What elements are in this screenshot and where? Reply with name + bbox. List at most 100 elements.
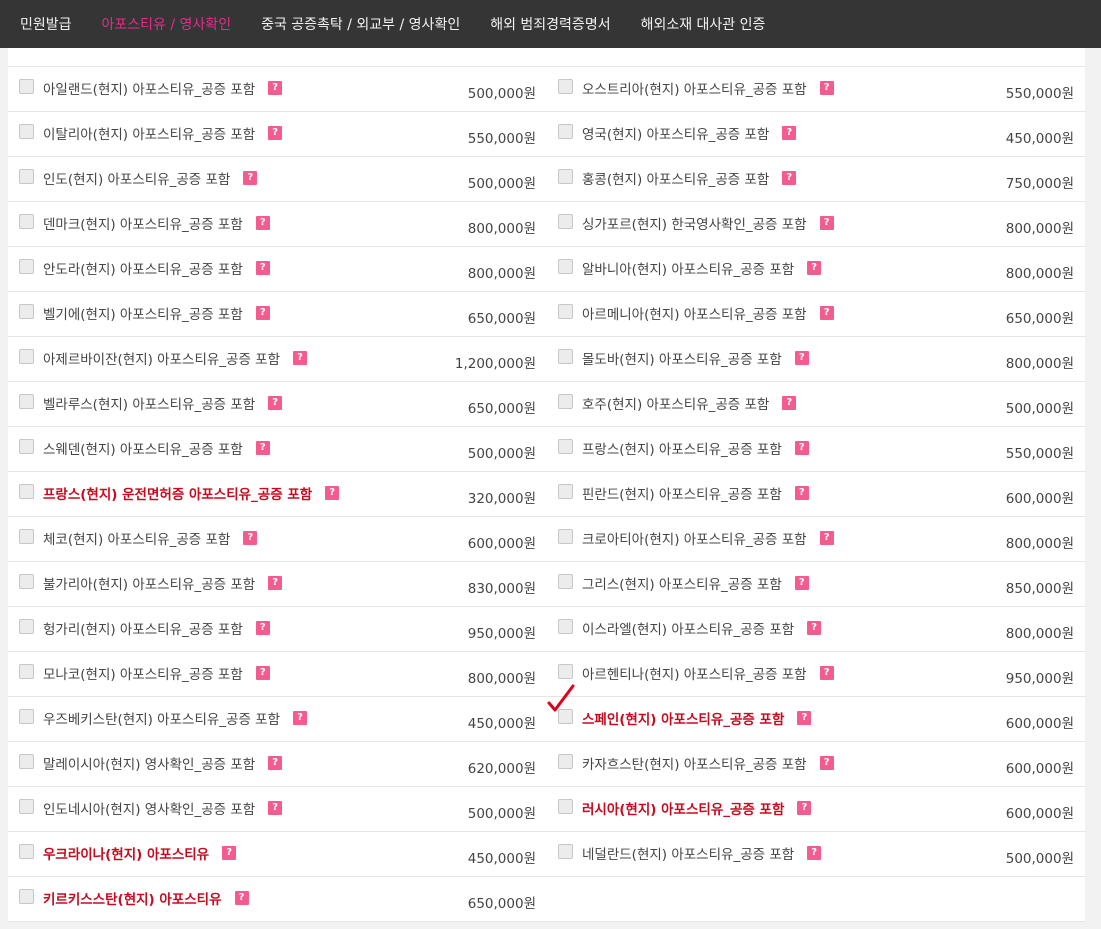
item-label[interactable]: 알바니아(현지) 아포스티유_공증 포함? [582,258,822,278]
item-label[interactable]: 인도네시아(현지) 영사확인_공증 포함? [43,798,283,818]
item-label[interactable]: 그리스(현지) 아포스티유_공증 포함? [582,573,809,593]
help-icon[interactable]: ? [255,666,270,680]
item-label[interactable]: 영국(현지) 아포스티유_공증 포함? [582,123,797,143]
item-checkbox[interactable] [558,214,573,229]
item-checkbox[interactable] [558,664,573,679]
help-icon[interactable]: ? [797,801,812,815]
item-label[interactable]: 스페인(현지) 아포스티유_공증 포함? [582,708,812,728]
item-label[interactable]: 스웨덴(현지) 아포스티유_공증 포함? [43,438,270,458]
item-checkbox[interactable] [19,349,34,364]
item-checkbox[interactable] [558,124,573,139]
help-icon[interactable]: ? [255,261,270,275]
item-label[interactable]: 말레이시아(현지) 영사확인_공증 포함? [43,753,283,773]
nav-item-2[interactable]: 중국 공증촉탁 / 외교부 / 영사확인 [261,14,460,34]
help-icon[interactable]: ? [794,576,809,590]
item-checkbox[interactable] [19,79,34,94]
item-label[interactable]: 인도(현지) 아포스티유_공증 포함? [43,168,258,188]
help-icon[interactable]: ? [794,486,809,500]
help-icon[interactable]: ? [797,711,812,725]
item-label[interactable]: 프랑스(현지) 운전면허증 아포스티유_공증 포함? [43,483,340,503]
help-icon[interactable]: ? [268,576,283,590]
help-icon[interactable]: ? [782,126,797,140]
help-icon[interactable]: ? [268,801,283,815]
item-checkbox[interactable] [19,304,34,319]
item-checkbox[interactable] [19,799,34,814]
item-checkbox[interactable] [558,79,573,94]
item-label[interactable]: 홍콩(현지) 아포스티유_공증 포함? [582,168,797,188]
nav-item-3[interactable]: 해외 범죄경력증명서 [490,14,610,34]
help-icon[interactable]: ? [268,396,283,410]
item-checkbox[interactable] [19,484,34,499]
item-label[interactable]: 벨기에(현지) 아포스티유_공증 포함? [43,303,270,323]
item-label[interactable]: 안도라(현지) 아포스티유_공증 포함? [43,258,270,278]
item-label[interactable]: 우즈베키스탄(현지) 아포스티유_공증 포함? [43,708,308,728]
item-checkbox[interactable] [19,889,34,904]
help-icon[interactable]: ? [807,261,822,275]
item-label[interactable]: 크로아티아(현지) 아포스티유_공증 포함? [582,528,834,548]
help-icon[interactable]: ? [819,81,834,95]
item-label[interactable]: 헝가리(현지) 아포스티유_공증 포함? [43,618,270,638]
nav-item-0[interactable]: 민원발급 [20,14,72,34]
help-icon[interactable]: ? [819,666,834,680]
help-icon[interactable]: ? [255,621,270,635]
help-icon[interactable]: ? [782,396,797,410]
item-label[interactable]: 러시아(현지) 아포스티유_공증 포함? [582,798,812,818]
item-label[interactable]: 오스트리아(현지) 아포스티유_공증 포함? [582,78,834,98]
item-label[interactable]: 벨라루스(현지) 아포스티유_공증 포함? [43,393,283,413]
help-icon[interactable]: ? [234,891,249,905]
item-checkbox[interactable] [558,844,573,859]
item-checkbox[interactable] [558,619,573,634]
item-checkbox[interactable] [19,169,34,184]
help-icon[interactable]: ? [293,711,308,725]
help-icon[interactable]: ? [819,306,834,320]
item-label[interactable]: 카자흐스탄(현지) 아포스티유_공증 포함? [582,753,834,773]
help-icon[interactable]: ? [255,216,270,230]
help-icon[interactable]: ? [243,531,258,545]
help-icon[interactable]: ? [268,126,283,140]
item-checkbox[interactable] [19,619,34,634]
item-label[interactable]: 이스라엘(현지) 아포스티유_공증 포함? [582,618,822,638]
help-icon[interactable]: ? [819,756,834,770]
item-checkbox[interactable] [19,214,34,229]
item-checkbox[interactable] [558,349,573,364]
item-checkbox[interactable] [19,709,34,724]
item-checkbox[interactable] [19,394,34,409]
item-checkbox[interactable] [558,169,573,184]
item-checkbox[interactable] [558,304,573,319]
item-checkbox[interactable] [19,124,34,139]
item-checkbox[interactable] [558,799,573,814]
item-checkbox[interactable] [558,259,573,274]
nav-item-4[interactable]: 해외소재 대사관 인증 [641,14,766,34]
item-label[interactable]: 호주(현지) 아포스티유_공증 포함? [582,393,797,413]
item-label[interactable]: 덴마크(현지) 아포스티유_공증 포함? [43,213,270,233]
item-checkbox[interactable] [19,574,34,589]
item-label[interactable]: 핀란드(현지) 아포스티유_공증 포함? [582,483,809,503]
help-icon[interactable]: ? [293,351,308,365]
help-icon[interactable]: ? [268,756,283,770]
help-icon[interactable]: ? [819,216,834,230]
item-label[interactable]: 아일랜드(현지) 아포스티유_공증 포함? [43,78,283,98]
item-checkbox[interactable] [19,664,34,679]
help-icon[interactable]: ? [255,306,270,320]
nav-item-1[interactable]: 아포스티유 / 영사확인 [102,14,232,34]
item-label[interactable]: 싱가포르(현지) 한국영사확인_공증 포함? [582,213,834,233]
item-checkbox[interactable] [19,529,34,544]
help-icon[interactable]: ? [782,171,797,185]
item-checkbox[interactable] [558,394,573,409]
help-icon[interactable]: ? [794,441,809,455]
item-checkbox[interactable] [558,484,573,499]
help-icon[interactable]: ? [222,846,237,860]
item-label[interactable]: 모나코(현지) 아포스티유_공증 포함? [43,663,270,683]
help-icon[interactable]: ? [243,171,258,185]
item-label[interactable]: 프랑스(현지) 아포스티유_공증 포함? [582,438,809,458]
item-checkbox[interactable] [558,529,573,544]
item-checkbox[interactable] [558,754,573,769]
item-label[interactable]: 체코(현지) 아포스티유_공증 포함? [43,528,258,548]
item-checkbox[interactable] [19,439,34,454]
item-label[interactable]: 몰도바(현지) 아포스티유_공증 포함? [582,348,809,368]
item-label[interactable]: 아르메니아(현지) 아포스티유_공증 포함? [582,303,834,323]
help-icon[interactable]: ? [268,81,283,95]
item-label[interactable]: 우크라이나(현지) 아포스티유? [43,843,237,863]
help-icon[interactable]: ? [819,531,834,545]
item-label[interactable]: 네덜란드(현지) 아포스티유_공증 포함? [582,843,822,863]
